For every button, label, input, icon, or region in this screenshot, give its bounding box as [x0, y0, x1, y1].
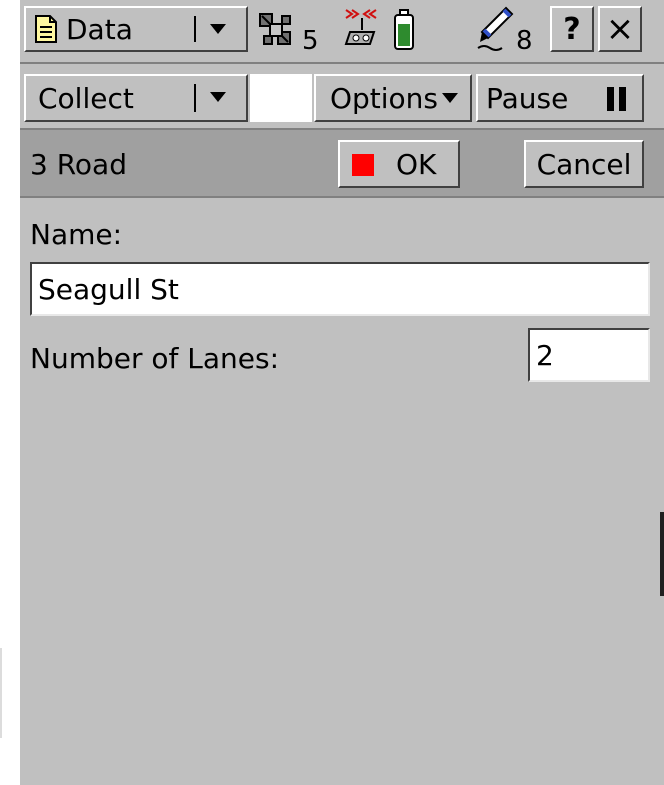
- data-menu-label: Data: [66, 12, 133, 46]
- form-title-bar: 3 Road OK Cancel: [20, 130, 664, 198]
- scroll-edge-mark: [660, 512, 664, 596]
- ok-button[interactable]: OK: [338, 140, 460, 188]
- receiver-signal-icon[interactable]: [342, 6, 382, 54]
- ok-label: OK: [396, 147, 437, 181]
- options-label: Options: [329, 81, 438, 115]
- cancel-label: Cancel: [536, 147, 632, 181]
- help-button[interactable]: ?: [550, 6, 594, 52]
- satellite-count: 5: [302, 26, 319, 56]
- lanes-value: 2: [536, 338, 554, 372]
- options-button[interactable]: Options: [314, 74, 472, 122]
- toolbar: Collect Options Pause: [20, 64, 664, 130]
- chevron-down-icon: [442, 93, 458, 103]
- chevron-down-icon[interactable]: [210, 92, 226, 102]
- battery-icon[interactable]: [392, 8, 416, 56]
- pause-button[interactable]: Pause: [476, 74, 644, 122]
- document-icon: [34, 14, 58, 51]
- dropdown-divider: [194, 84, 196, 112]
- pen-icon[interactable]: [476, 4, 516, 58]
- form-content: Name: Seagull St Number of Lanes: 2: [20, 198, 664, 785]
- left-margin: [0, 0, 22, 785]
- chevron-down-icon[interactable]: [210, 24, 226, 34]
- name-value: Seagull St: [38, 272, 179, 306]
- pen-count: 8: [516, 26, 533, 56]
- help-label: ?: [563, 11, 581, 47]
- name-label: Name:: [30, 218, 123, 251]
- left-edge-mark: [0, 648, 2, 738]
- pause-label: Pause: [486, 81, 569, 115]
- collect-label: Collect: [38, 81, 134, 115]
- cancel-button[interactable]: Cancel: [524, 140, 644, 188]
- collect-dropdown[interactable]: Collect: [24, 74, 248, 122]
- pause-icon: [606, 86, 628, 119]
- form-title: 3 Road: [30, 148, 127, 181]
- data-menu-button[interactable]: Data: [24, 6, 248, 52]
- close-label: ×: [605, 9, 635, 49]
- name-field[interactable]: Seagull St: [30, 262, 650, 316]
- ok-indicator: [352, 154, 374, 176]
- status-bar: Data 5 8 ? ×: [20, 0, 664, 64]
- satellite-icon[interactable]: [256, 10, 296, 54]
- app-window: Data 5 8 ? × Collect Options Pause 3 Roa…: [20, 0, 664, 785]
- toolbar-blank: [250, 74, 312, 122]
- lanes-field[interactable]: 2: [528, 328, 650, 382]
- close-button[interactable]: ×: [598, 6, 642, 52]
- dropdown-divider: [194, 16, 196, 42]
- lanes-label: Number of Lanes:: [30, 342, 280, 375]
